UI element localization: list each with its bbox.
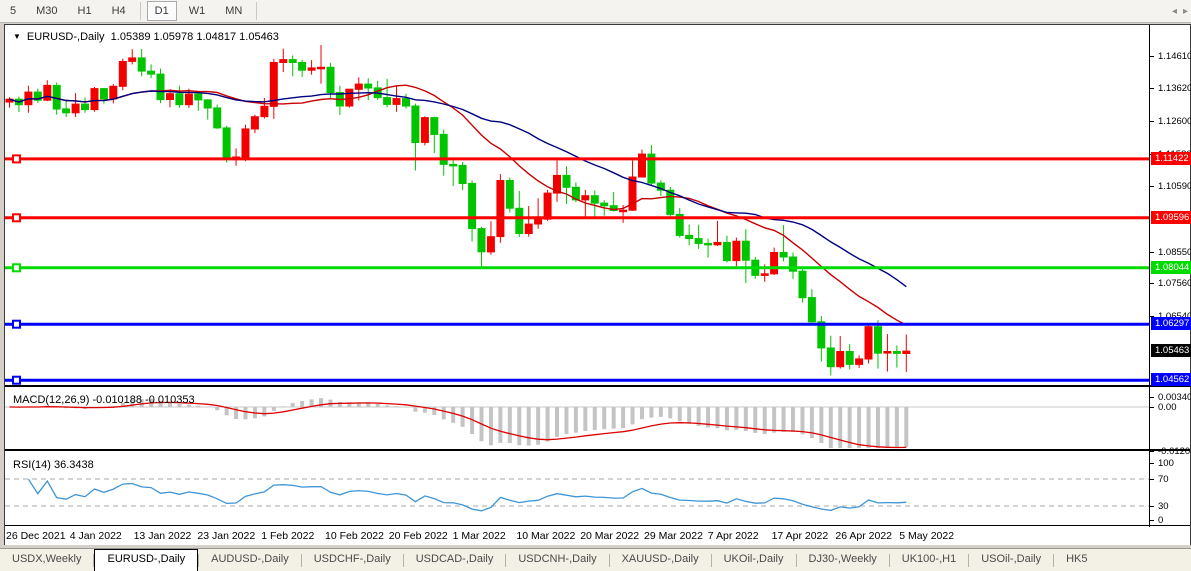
candles-layer — [6, 45, 910, 375]
axis-tick-mark — [1150, 506, 1154, 507]
x-axis-label: 1 Mar 2022 — [453, 530, 506, 542]
timeframe-button-m30[interactable]: M30 — [28, 1, 65, 21]
axis-tick-mark — [1150, 407, 1154, 408]
horizontal-line-1.08044 — [5, 264, 1149, 271]
tab-audusd-daily[interactable]: AUDUSD-,Daily — [199, 549, 301, 571]
macd-axis-label: 0.00 — [1158, 402, 1177, 413]
axis-tick-mark — [1150, 88, 1154, 89]
tab-usoil-daily[interactable]: USOil-,Daily — [969, 549, 1053, 571]
current-price-label: 1.05463 — [1151, 344, 1191, 357]
tab-hk5[interactable]: HK5 — [1054, 549, 1099, 571]
tab-usdx-weekly[interactable]: USDX,Weekly — [0, 549, 93, 571]
hline-price-label-1.04562: 1.04562 — [1151, 373, 1191, 386]
toolbar-separator — [256, 2, 257, 20]
rsi-value: 36.3438 — [54, 459, 94, 471]
ohlc-open: 1.05389 — [111, 31, 151, 43]
tab-scroll-right-button[interactable]: ▸ — [1183, 6, 1188, 17]
tab-dj30-weekly[interactable]: DJ30-,Weekly — [797, 549, 889, 571]
macd-label: MACD(12,26,9) -0.010188 -0.010353 — [13, 394, 195, 406]
tab-xauusd-daily[interactable]: XAUUSD-,Daily — [610, 549, 711, 571]
y-axis-tick: 1.13620 — [1158, 83, 1191, 94]
x-axis-label: 26 Apr 2022 — [835, 530, 892, 542]
x-axis-label: 29 Mar 2022 — [644, 530, 703, 542]
x-axis-label: 13 Jan 2022 — [134, 530, 192, 542]
macd-signal-line — [10, 402, 907, 447]
tab-usdcnh-daily[interactable]: USDCNH-,Daily — [506, 549, 608, 571]
date-axis: 26 Dec 2021 4 Jan 2022 13 Jan 2022 23 Jan 2… — [5, 528, 1190, 545]
macd-value-main: -0.010188 — [92, 394, 142, 406]
rsi-axis-label: 70 — [1158, 474, 1169, 485]
rsi-axis-label: 0 — [1158, 515, 1163, 526]
macd-panel: MACD(12,26,9) -0.010188 -0.010353 — [5, 391, 1190, 451]
toolbar-separator — [140, 2, 141, 20]
ohlc-high: 1.05978 — [154, 31, 194, 43]
timeframe-toolbar: 5M30H1H4 D1W1MN — [0, 0, 1191, 23]
x-axis-label: 1 Feb 2022 — [261, 530, 314, 542]
tab-scroll-left-button[interactable]: ◂ — [1172, 6, 1177, 17]
x-axis-label: 5 May 2022 — [899, 530, 954, 542]
axis-tick-mark — [1150, 252, 1154, 253]
application-window: 5M30H1H4 D1W1MN ▼ EURUSD-,Daily 1.05389 1.… — [0, 0, 1191, 571]
rsi-axis-label: 100 — [1158, 458, 1174, 469]
x-axis-label: 20 Mar 2022 — [580, 530, 639, 542]
x-axis-label: 7 Apr 2022 — [708, 530, 759, 542]
macd-axis-label: -0.012053 — [1158, 446, 1191, 457]
x-axis-label: 10 Mar 2022 — [516, 530, 575, 542]
rsi-axis-label: 30 — [1158, 501, 1169, 512]
horizontal-line-1.04562 — [5, 377, 1149, 384]
axis-tick-mark — [1150, 479, 1154, 480]
horizontal-line-1.06297 — [5, 321, 1149, 328]
ohlc-close: 1.05463 — [239, 31, 279, 43]
tab-uk100-h1[interactable]: UK100-,H1 — [890, 549, 968, 571]
x-axis-label: 23 Jan 2022 — [197, 530, 255, 542]
timeframe-button-mn[interactable]: MN — [217, 1, 250, 21]
chart-title: ▼ EURUSD-,Daily 1.05389 1.05978 1.04817 1… — [13, 31, 279, 43]
tab-usdchf-daily[interactable]: USDCHF-,Daily — [302, 549, 403, 571]
x-axis-label: 17 Apr 2022 — [772, 530, 829, 542]
axis-tick-mark — [1150, 56, 1154, 57]
axis-tick-mark — [1150, 520, 1154, 521]
chart-window: ▼ EURUSD-,Daily 1.05389 1.05978 1.04817 1… — [4, 24, 1191, 545]
y-axis-tick: 1.10590 — [1158, 181, 1191, 192]
rsi-chart — [5, 456, 1149, 525]
rsi-panel: RSI(14) 36.3438 — [5, 456, 1190, 526]
x-axis-label: 20 Feb 2022 — [389, 530, 448, 542]
axis-tick-mark — [1150, 283, 1154, 284]
y-axis-tick: 1.08550 — [1158, 247, 1191, 258]
timeframe-button-h1[interactable]: H1 — [70, 1, 100, 21]
x-axis-label: 10 Feb 2022 — [325, 530, 384, 542]
y-axis-tick: 1.14610 — [1158, 51, 1191, 62]
timeframe-button-w1[interactable]: W1 — [181, 1, 214, 21]
ohlc-low: 1.04817 — [196, 31, 236, 43]
axis-tick-mark — [1150, 397, 1154, 398]
axis-tick-mark — [1150, 451, 1154, 452]
hline-price-label-1.11422: 1.11422 — [1151, 152, 1191, 165]
timeframe-button-d1[interactable]: D1 — [147, 1, 177, 21]
axis-tick-mark — [1150, 463, 1154, 464]
hline-price-label-1.06297: 1.06297 — [1151, 317, 1191, 330]
macd-value-signal: -0.010353 — [145, 394, 195, 406]
timeframe-button-h4[interactable]: H4 — [104, 1, 134, 21]
y-axis-tick: 1.07560 — [1158, 278, 1191, 289]
tab-ukoil-daily[interactable]: UKOil-,Daily — [712, 549, 796, 571]
chart-symbol-label: EURUSD-,Daily — [27, 31, 105, 43]
x-axis-label: 26 Dec 2021 — [6, 530, 66, 542]
candlestick-chart — [5, 25, 1149, 387]
timeframe-button-5[interactable]: 5 — [2, 1, 24, 21]
dropdown-arrow-icon[interactable]: ▼ — [13, 32, 21, 41]
tab-eurusd-daily[interactable]: EURUSD-,Daily — [94, 549, 198, 571]
hline-price-label-1.09596: 1.09596 — [1151, 211, 1191, 224]
rsi-label: RSI(14) 36.3438 — [13, 459, 94, 471]
price-chart-panel: ▼ EURUSD-,Daily 1.05389 1.05978 1.04817 1… — [5, 25, 1190, 387]
chart-tab-bar: USDX,WeeklyEURUSD-,DailyAUDUSD-,DailyUSD… — [0, 548, 1191, 571]
tab-usdcad-daily[interactable]: USDCAD-,Daily — [404, 549, 506, 571]
y-axis-tick: 1.12600 — [1158, 116, 1191, 127]
x-axis-label: 4 Jan 2022 — [70, 530, 122, 542]
axis-tick-mark — [1150, 186, 1154, 187]
hline-price-label-1.08044: 1.08044 — [1151, 261, 1191, 274]
ma-fast-line — [10, 85, 907, 325]
axis-tick-mark — [1150, 121, 1154, 122]
horizontal-line-1.09596 — [5, 214, 1149, 221]
tab-scroll-arrows: ◂ ▸ — [1172, 0, 1188, 23]
